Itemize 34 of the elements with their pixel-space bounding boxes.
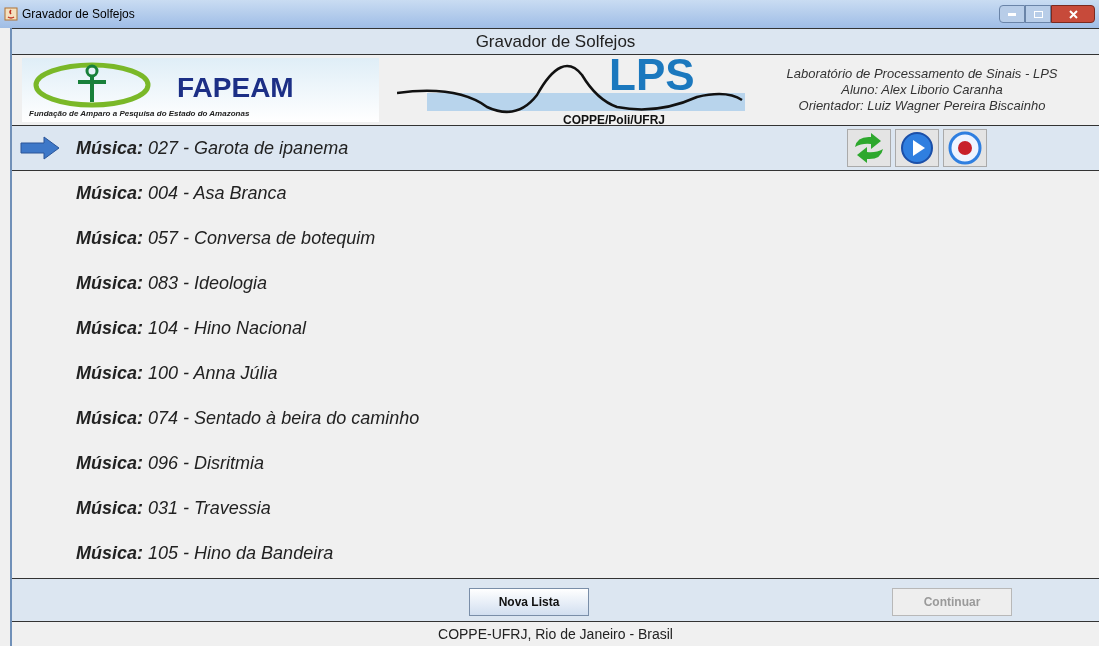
record-button[interactable]	[943, 129, 987, 167]
close-button[interactable]	[1051, 5, 1095, 23]
ring-figure-icon	[32, 62, 152, 108]
java-icon	[4, 7, 18, 21]
logo-subtitle: COPPE/Poli/UFRJ	[563, 112, 666, 129]
song-title[interactable]: Música: 100 - Anna Júlia	[76, 360, 278, 387]
song-title[interactable]: Música: 057 - Conversa de botequim	[76, 225, 376, 252]
play-icon	[900, 131, 934, 165]
song-title[interactable]: Música: 031 - Travessia	[76, 495, 271, 522]
minimize-button[interactable]	[999, 5, 1025, 23]
window-title: Gravador de Solfejos	[22, 6, 135, 23]
credit-line: Aluno: Alex Liborio Caranha	[841, 82, 1003, 98]
minimize-icon	[1008, 12, 1016, 16]
credit-line: Laboratório de Processamento de Sinais - LPS	[786, 66, 1058, 82]
action-button[interactable]: Nova Lista	[469, 588, 589, 616]
logo-subtitle: Fundação de Amparo a Pesquisa do Estado do Amazonas	[29, 110, 250, 118]
maximize-button[interactable]	[1025, 5, 1051, 23]
song-title[interactable]: Música: 104 - Hino Nacional	[76, 315, 307, 342]
credit-line: Orientador: Luiz Wagner Pereira Biscainho	[798, 98, 1046, 114]
play-button[interactable]	[895, 129, 939, 167]
logo-name: LPS	[609, 53, 695, 97]
song-title[interactable]: Música: 083 - Ideologia	[76, 270, 268, 297]
footer-text: COPPE-UFRJ, Rio de Janeiro - Brasil	[437, 624, 674, 644]
song-title[interactable]: Música: 004 - Asa Branca	[76, 180, 287, 207]
record-icon	[948, 131, 982, 165]
song-title[interactable]: Música: 074 - Sentado à beira do caminho	[76, 405, 420, 432]
song-title[interactable]: Música: 105 - Hino da Bandeira	[76, 540, 334, 567]
logo-name: FAPEAM	[177, 74, 294, 102]
app-header: Gravador de Solfejos	[12, 28, 1099, 55]
song-title[interactable]: Música: 096 - Disritmia	[76, 450, 265, 477]
arrow-icon	[20, 136, 60, 160]
maximize-icon	[1033, 10, 1043, 18]
song-title: Música: 027 - Garota de ipanema	[76, 136, 349, 160]
close-icon	[1068, 9, 1078, 19]
